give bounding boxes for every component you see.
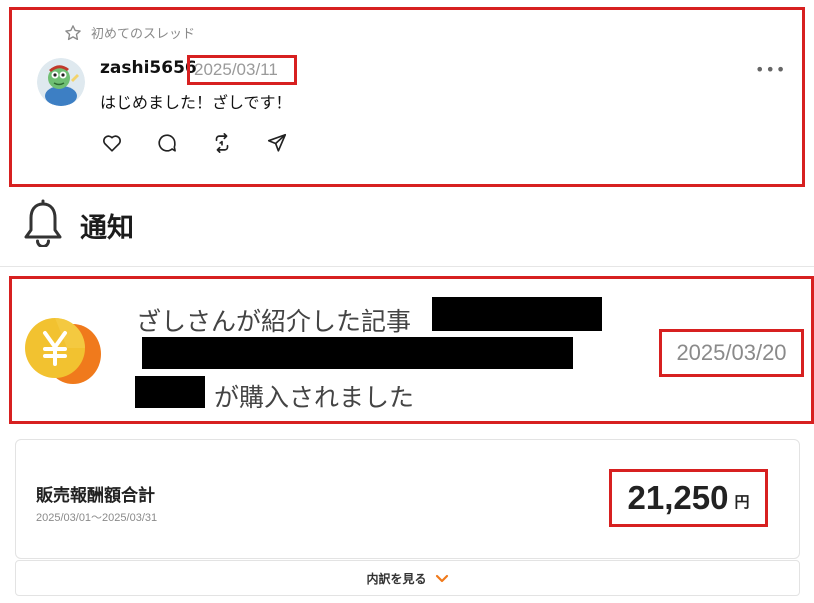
section-divider bbox=[0, 266, 814, 267]
sales-title: 販売報酬額合計 bbox=[36, 486, 155, 506]
notification-date-highlight: 2025/03/20 bbox=[659, 329, 804, 377]
notification-date: 2025/03/20 bbox=[676, 340, 787, 365]
notifications-title: 通知 bbox=[80, 212, 134, 244]
bell-icon[interactable] bbox=[22, 199, 64, 251]
redacted-article-title-part1 bbox=[432, 297, 602, 331]
post-date-highlight: 2025/03/11 bbox=[187, 55, 297, 85]
more-horizontal-icon[interactable]: ••• bbox=[755, 60, 786, 79]
post-text: はじめました！ざしです！ bbox=[100, 93, 292, 112]
avatar[interactable] bbox=[37, 58, 85, 106]
heart-icon[interactable] bbox=[100, 131, 124, 155]
sales-amount: 21,250 bbox=[627, 479, 729, 516]
star-icon[interactable] bbox=[64, 24, 82, 42]
redacted-article-title-part3 bbox=[135, 376, 205, 408]
notification-text-line3: が購入されました bbox=[214, 383, 415, 412]
username[interactable]: zashi5656 bbox=[100, 58, 197, 78]
thread-title-row: 初めてのスレッド bbox=[64, 23, 195, 42]
notifications-header: 通知 bbox=[22, 199, 134, 251]
comment-icon[interactable] bbox=[155, 131, 179, 155]
chevron-down-icon bbox=[435, 569, 449, 588]
notification-text-line1: ざしさんが紹介した記事 bbox=[136, 307, 412, 336]
sales-amount-highlight: 21,250 円 bbox=[609, 469, 768, 527]
share-icon[interactable] bbox=[265, 131, 289, 155]
sales-amount-unit: 円 bbox=[734, 492, 750, 511]
thread-title: 初めてのスレッド bbox=[91, 27, 196, 42]
sales-period: 2025/03/01～2025/03/31 bbox=[36, 512, 158, 524]
redacted-article-title-part2 bbox=[142, 337, 573, 369]
view-breakdown-label: 内訳を見る bbox=[366, 571, 427, 586]
view-breakdown-button[interactable]: 内訳を見る bbox=[15, 560, 800, 596]
yen-coin-icon bbox=[23, 316, 105, 386]
post-date: 2025/03/11 bbox=[194, 60, 278, 79]
repost-icon[interactable] bbox=[210, 131, 234, 155]
